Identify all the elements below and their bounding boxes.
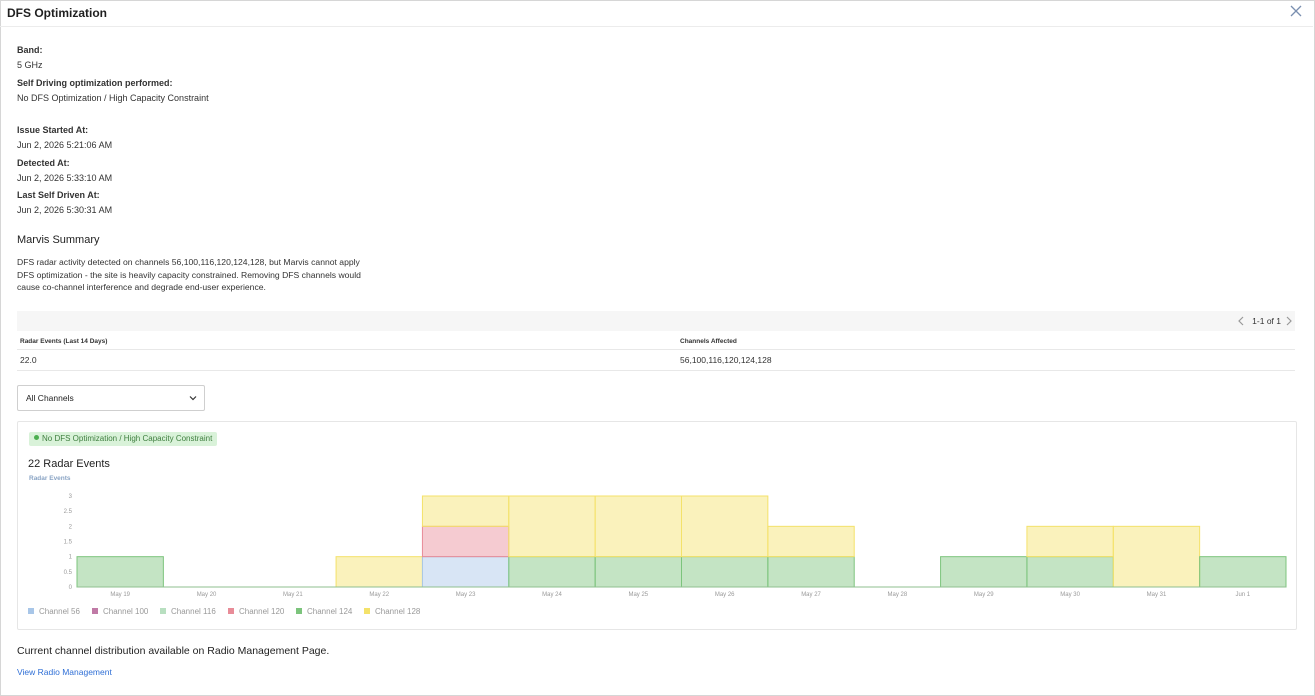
x-tick-label: May 21 bbox=[283, 592, 303, 598]
x-tick-label: May 29 bbox=[974, 592, 994, 598]
legend-swatch bbox=[364, 607, 370, 614]
y-tick-label: 2.5 bbox=[64, 509, 73, 515]
table-header: Radar Events (Last 14 Days) Channels Aff… bbox=[17, 334, 1295, 350]
channel-filter-select[interactable]: All Channels bbox=[17, 385, 205, 411]
summary-title: Marvis Summary bbox=[17, 234, 100, 246]
bar-channel-128[interactable] bbox=[594, 495, 683, 558]
y-tick-label: 1.5 bbox=[64, 540, 73, 546]
legend-swatch bbox=[296, 607, 302, 614]
x-tick-label: May 20 bbox=[197, 592, 217, 598]
x-tick-label: May 24 bbox=[542, 592, 562, 598]
close-icon[interactable] bbox=[1289, 4, 1303, 18]
legend-label: Channel 128 bbox=[375, 607, 421, 616]
legend-item-channel-128[interactable]: Channel 128 bbox=[364, 607, 420, 616]
legend-label: Channel 124 bbox=[307, 607, 353, 616]
legend-item-channel-120[interactable]: Channel 120 bbox=[228, 607, 284, 616]
y-tick-label: 0 bbox=[69, 585, 73, 591]
legend-swatch bbox=[160, 607, 166, 614]
legend-swatch bbox=[228, 607, 234, 614]
radio-management-note: Current channel distribution available o… bbox=[17, 645, 330, 657]
column-header-channels-affected[interactable]: Channels Affected bbox=[680, 338, 737, 345]
column-header-radar-events[interactable]: Radar Events (Last 14 Days) bbox=[20, 338, 107, 345]
bar-channel-56[interactable] bbox=[421, 556, 510, 588]
bar-channel-128[interactable] bbox=[335, 556, 423, 588]
chevron-left-icon[interactable] bbox=[1237, 316, 1245, 326]
bar-channel-128[interactable] bbox=[767, 525, 855, 558]
table-row[interactable]: 22.0 56,100,116,120,124,128 bbox=[17, 350, 1295, 371]
table-pagination: 1-1 of 1 bbox=[17, 311, 1295, 331]
chevron-right-icon[interactable] bbox=[1285, 316, 1293, 326]
band-label: Band: bbox=[17, 45, 43, 55]
last-driven-value: Jun 2, 2026 5:30:31 AM bbox=[17, 205, 113, 215]
bar-channel-124[interactable] bbox=[508, 556, 596, 588]
optimization-value: No DFS Optimization / High Capacity Cons… bbox=[17, 93, 209, 103]
detected-value: Jun 2, 2026 5:33:10 AM bbox=[17, 173, 113, 183]
bar-channel-124[interactable] bbox=[767, 556, 855, 588]
x-tick-label: May 31 bbox=[1147, 592, 1167, 598]
x-tick-label: May 28 bbox=[888, 592, 908, 598]
bar-channel-128[interactable] bbox=[681, 495, 769, 558]
bar-channel-124[interactable] bbox=[594, 556, 683, 588]
radar-events-chart: 0 0.5 1 1.5 2 2.5 3 May 19 May 20 May 21 May 22 May… bbox=[64, 494, 1287, 598]
issue-started-value: Jun 2, 2026 5:21:06 AM bbox=[17, 140, 113, 150]
dialog-header: DFS Optimization bbox=[0, 0, 1313, 27]
legend-label: Channel 56 bbox=[39, 607, 80, 616]
bar-channel-124[interactable] bbox=[681, 556, 769, 588]
cell-channels-affected: 56,100,116,120,124,128 bbox=[680, 355, 772, 365]
legend-item-channel-124[interactable]: Channel 124 bbox=[296, 607, 352, 616]
channel-filter-value: All Channels bbox=[26, 393, 74, 403]
bar-channel-128[interactable] bbox=[1112, 525, 1201, 588]
detected-label: Detected At: bbox=[17, 158, 70, 168]
chevron-down-icon bbox=[189, 396, 197, 401]
cell-radar-events: 22.0 bbox=[20, 355, 37, 365]
x-tick-label: May 19 bbox=[110, 592, 130, 598]
legend-item-channel-56[interactable]: Channel 56 bbox=[28, 607, 80, 616]
summary-text: DFS radar activity detected on channels … bbox=[17, 257, 361, 292]
dialog-title: DFS Optimization bbox=[7, 6, 107, 20]
bar-channel-128[interactable] bbox=[508, 495, 596, 558]
bar-channel-128[interactable] bbox=[1026, 525, 1114, 558]
bar-channel-120[interactable] bbox=[421, 525, 510, 558]
y-tick-label: 3 bbox=[69, 494, 73, 500]
bar-channel-124[interactable] bbox=[1199, 556, 1287, 588]
x-tick-label: Jun 1 bbox=[1235, 592, 1250, 598]
radar-events-chart-card: No DFS Optimization / High Capacity Cons… bbox=[17, 421, 1297, 630]
x-tick-label: May 30 bbox=[1060, 592, 1080, 598]
last-driven-label: Last Self Driven At: bbox=[17, 190, 100, 200]
legend-label: Channel 100 bbox=[103, 607, 149, 616]
legend-item-channel-116[interactable]: Channel 116 bbox=[160, 607, 216, 616]
bar-channel-124[interactable] bbox=[940, 556, 1028, 588]
legend-label: Channel 116 bbox=[171, 607, 216, 616]
x-tick-label: May 25 bbox=[628, 592, 648, 598]
x-tick-label: May 23 bbox=[456, 592, 476, 598]
legend-label: Channel 120 bbox=[239, 607, 285, 616]
optimization-label: Self Driving optimization performed: bbox=[17, 78, 173, 88]
bar-channel-124[interactable] bbox=[76, 556, 164, 588]
bar-channel-128[interactable] bbox=[421, 495, 510, 527]
y-tick-label: 1 bbox=[69, 555, 73, 561]
legend-swatch bbox=[28, 607, 34, 614]
issue-started-label: Issue Started At: bbox=[17, 125, 89, 135]
legend-swatch bbox=[92, 607, 98, 614]
band-value: 5 GHz bbox=[17, 60, 43, 70]
y-tick-label: 2 bbox=[69, 524, 73, 530]
pagination-text: 1-1 of 1 bbox=[1252, 316, 1281, 326]
x-tick-label: May 22 bbox=[369, 592, 389, 598]
y-tick-label: 0.5 bbox=[64, 570, 73, 576]
view-radio-management-link[interactable]: View Radio Management bbox=[17, 667, 112, 677]
bar-channel-124[interactable] bbox=[1026, 556, 1114, 588]
x-tick-label: May 26 bbox=[715, 592, 735, 598]
x-tick-label: May 27 bbox=[801, 592, 821, 598]
legend-item-channel-100[interactable]: Channel 100 bbox=[92, 607, 148, 616]
